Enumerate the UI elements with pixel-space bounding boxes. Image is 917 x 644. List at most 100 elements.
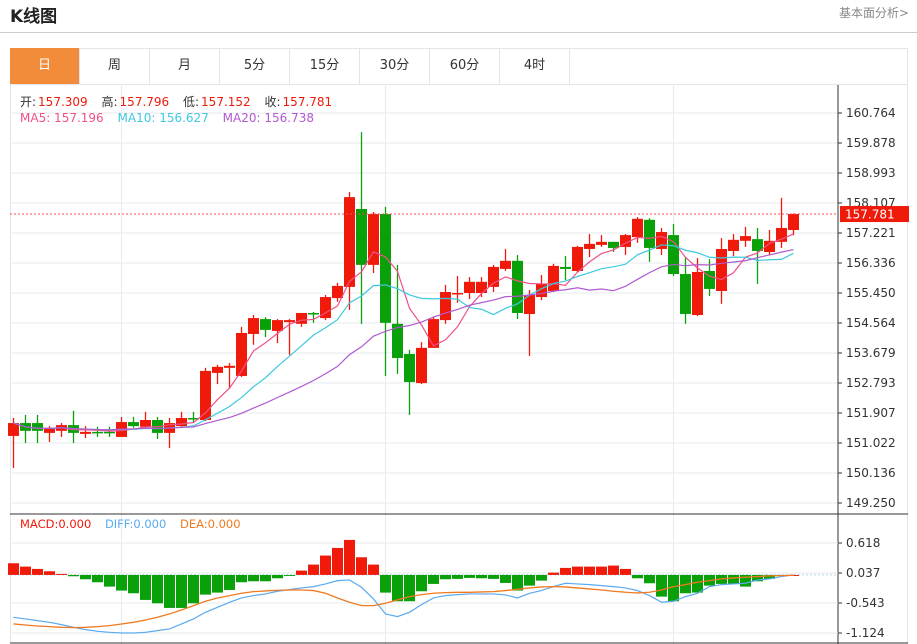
close-value: 157.781 [282,95,333,109]
candle-body [488,266,499,287]
candle [116,416,127,437]
candle-body [692,271,703,316]
macd-bar [500,574,511,583]
macd-bar [140,574,151,600]
candle-body [680,274,691,314]
macd-bar [116,574,127,591]
macd-bar [584,566,595,575]
macd-bar [452,574,463,579]
candle [392,264,403,374]
candle [248,315,259,345]
candle-body [344,197,355,287]
diff-value: DIFF:0.000 [104,517,167,531]
candle-body [440,291,451,321]
macd-bar [596,566,607,575]
y-tick-label: 151.022 [846,436,896,450]
close-label: 收: [264,95,281,109]
candle-body [104,431,115,434]
macd-bar [296,570,307,575]
candle [656,227,667,256]
y-tick-label: 156.336 [846,256,896,270]
candle [404,349,415,415]
low-label: 低: [183,95,200,109]
candle-body [596,241,607,245]
macd-bar [80,574,91,580]
candle-body [608,241,619,248]
candle [464,277,475,300]
candle [560,256,571,281]
macd-bar [464,574,475,578]
macd-y-tick-label: -1.124 [846,626,885,640]
candle-body [464,281,475,293]
candle [320,295,331,321]
candle [92,426,103,437]
y-tick-label: 159.878 [846,136,896,150]
macd-bar [536,574,547,581]
candle [644,218,655,262]
macd-bar [236,574,247,583]
macd-bar [380,574,391,593]
high-label: 高: [101,95,118,109]
candle-body [236,332,247,376]
candle [680,257,691,324]
candle [188,411,199,424]
macd-bar [368,564,379,575]
macd-bar [188,574,199,604]
candle [500,248,511,271]
macd-bar [44,571,55,575]
candle [596,235,607,247]
macd-bar [32,568,43,575]
candle-body [380,214,391,323]
candle [224,363,235,389]
candle [164,417,175,449]
candle-body [644,219,655,248]
macd-bar [260,574,271,582]
macd-bar [656,574,667,597]
candle-body [548,265,559,291]
candle-body [296,312,307,324]
ma20-line [13,248,794,431]
candle [788,213,799,236]
macd-bar [164,574,175,608]
macd-bar [212,574,223,593]
candle [440,284,451,324]
candle-body [272,320,283,331]
candle [620,234,631,256]
candle [584,234,595,258]
candle-body [80,431,91,434]
open-value: 157.309 [38,95,88,109]
macd-bar [644,574,655,584]
macd-bar [620,568,631,575]
candle [488,264,499,292]
high-value: 157.796 [119,95,170,109]
macd-bar [128,574,139,594]
candle-body [308,312,319,315]
candle [548,263,559,292]
candle-body [32,423,43,431]
candle [356,132,367,324]
candle-body [572,246,583,271]
y-tick-label: 160.764 [846,106,896,120]
candle-body [584,243,595,249]
candle-body [140,420,151,427]
candle [260,317,271,338]
y-tick-label: 154.564 [846,316,896,330]
candle-body [668,235,679,275]
candle [140,411,151,428]
y-tick-label: 150.136 [846,466,896,480]
candle [344,192,355,310]
dea-value: DEA:0.000 [179,517,241,531]
candle-body [92,431,103,434]
candle [716,238,727,304]
candle-body [284,320,295,323]
candle [56,423,67,437]
ma10-value: MA10: 156.627 [117,111,209,125]
current-price-label: 157.781 [845,208,895,222]
candle [32,414,43,444]
candle [212,364,223,385]
ma20-value: MA20: 156.738 [222,111,314,125]
y-tick-label: 158.993 [846,166,896,180]
candle-body [224,365,235,368]
y-tick-label: 152.793 [846,376,896,390]
candle-body [740,236,751,241]
